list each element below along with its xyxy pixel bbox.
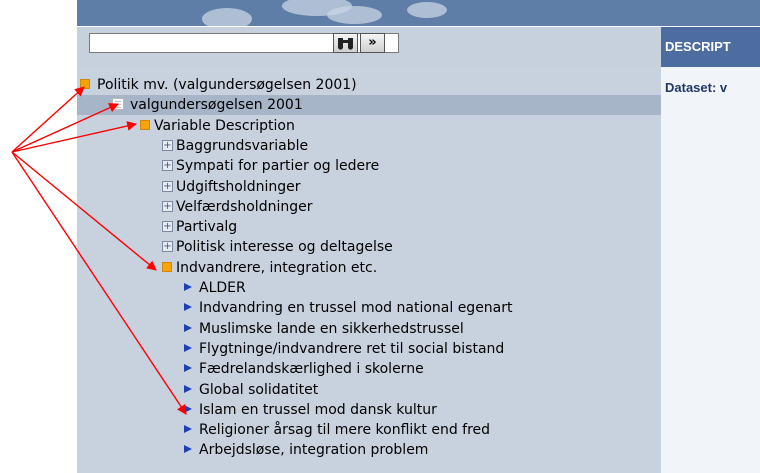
annotation-arrow	[11, 151, 187, 415]
annotation-arrow	[11, 151, 157, 271]
annotation-arrows	[11, 86, 187, 415]
annotation-arrow	[11, 121, 137, 153]
annotation-arrow	[11, 86, 85, 153]
annotation-arrow	[11, 103, 119, 153]
